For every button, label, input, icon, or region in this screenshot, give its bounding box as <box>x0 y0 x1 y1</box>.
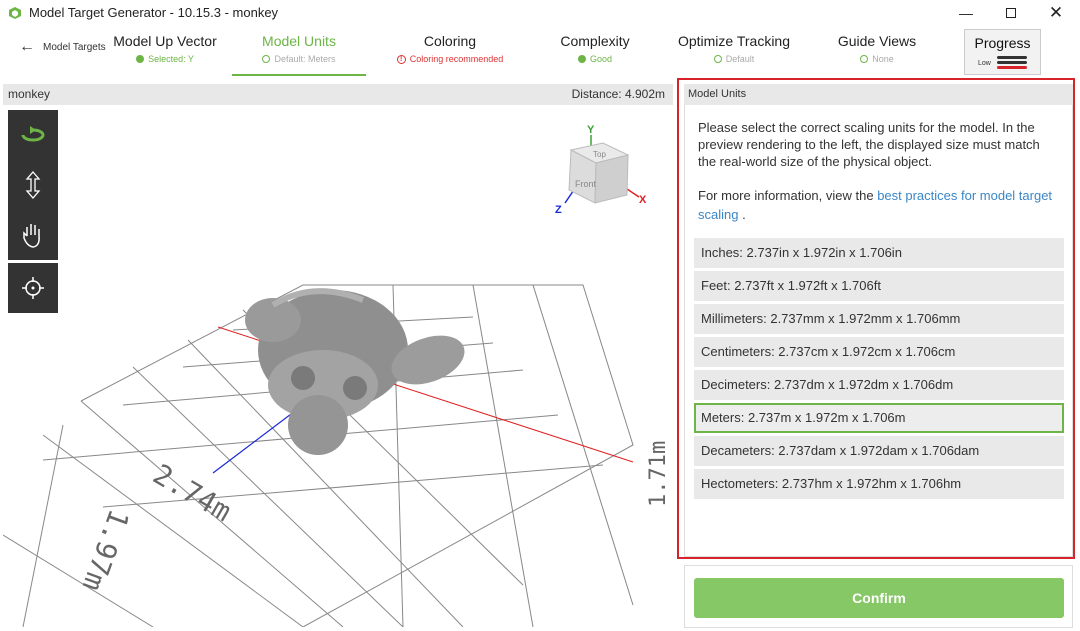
tab-status: Good <box>589 54 613 64</box>
viewport-header: monkey Distance: 4.902m <box>3 84 673 105</box>
model-name: monkey <box>8 87 51 101</box>
step-tabs: ← Model Targets Model Up Vector Selected… <box>0 26 1080 78</box>
pan-hand-icon <box>23 224 40 248</box>
warning-icon: ! <box>396 54 406 64</box>
back-to-model-targets-button[interactable]: ← Model Targets <box>19 37 106 57</box>
orientation-cube[interactable]: Front Top Y X Z <box>555 124 647 216</box>
tab-label: Guide Views <box>837 33 917 49</box>
back-label: Model Targets <box>43 41 106 53</box>
panel-highlight-border <box>677 78 1075 559</box>
tab-label: Model Up Vector <box>113 33 217 49</box>
tab-model-up-vector[interactable]: Model Up Vector Selected: Y <box>100 26 230 76</box>
tab-guide-views[interactable]: Guide Views None <box>812 26 942 76</box>
close-icon: ✕ <box>1048 3 1064 22</box>
depth-dimension-label: 1.97m <box>76 505 136 595</box>
tab-complexity[interactable]: Complexity Good <box>530 26 660 76</box>
arrow-left-icon: ← <box>19 38 35 55</box>
orbit-tool-button[interactable] <box>8 110 58 160</box>
vertical-move-tool-button[interactable] <box>8 160 58 210</box>
vertical-move-icon <box>25 171 41 199</box>
maximize-icon <box>1006 8 1016 18</box>
maximize-button[interactable] <box>988 0 1034 26</box>
progress-button[interactable]: Progress Low <box>964 29 1041 75</box>
width-dimension-label: 2.74m <box>148 457 238 528</box>
tab-status: Coloring recommended <box>409 54 504 64</box>
z-axis-label: Z <box>555 204 562 216</box>
tab-label: Model Units <box>262 33 336 49</box>
focus-tool-button[interactable] <box>8 263 58 313</box>
tab-model-units[interactable]: Model Units Default: Meters <box>232 26 366 76</box>
tab-status: Selected: Y <box>148 54 194 64</box>
pan-tool-button[interactable] <box>8 210 58 260</box>
tab-label: Optimize Tracking <box>677 33 791 49</box>
scene-render: 2.74m 1.97m 1.71m Front Top Y X Z <box>3 124 671 627</box>
app-logo-icon <box>9 7 21 19</box>
progress-level: Low <box>978 60 991 67</box>
status-ring-icon <box>713 55 722 63</box>
status-ring-icon <box>860 55 869 63</box>
progress-bar-3 <box>997 66 1027 69</box>
title-bar: Model Target Generator - 10.15.3 - monke… <box>0 0 1080 26</box>
tab-coloring[interactable]: Coloring ! Coloring recommended <box>385 26 515 76</box>
tab-label: Coloring <box>423 33 477 49</box>
distance-readout: Distance: 4.902m <box>571 87 665 101</box>
progress-bar-2 <box>997 61 1027 64</box>
x-axis-label: X <box>639 194 647 206</box>
status-check-icon <box>136 55 145 63</box>
status-ring-icon <box>262 55 271 63</box>
window-title: Model Target Generator - 10.15.3 - monke… <box>29 5 279 20</box>
minimize-icon: — <box>959 5 973 21</box>
tab-status: Default <box>725 54 755 64</box>
tab-status: None <box>872 54 894 64</box>
progress-label: Progress <box>974 35 1031 51</box>
y-axis-label: Y <box>587 124 595 136</box>
tab-optimize-tracking[interactable]: Optimize Tracking Default <box>668 26 800 76</box>
viewport-toolbar <box>8 110 58 260</box>
confirm-button[interactable]: Confirm <box>694 578 1064 618</box>
minimize-button[interactable]: — <box>943 0 989 26</box>
close-button[interactable]: ✕ <box>1033 0 1079 26</box>
status-check-icon <box>577 55 586 63</box>
tab-label: Complexity <box>560 33 630 49</box>
focus-target-icon <box>22 277 44 299</box>
cube-top-label: Top <box>593 150 606 159</box>
orbit-icon <box>21 126 45 142</box>
monkey-model <box>245 288 465 455</box>
height-dimension-label: 1.71m <box>646 441 671 507</box>
progress-bar-1 <box>997 56 1027 59</box>
z-axis-line <box>212 404 304 474</box>
cube-front-label: Front <box>575 179 597 189</box>
3d-viewport[interactable]: 2.74m 1.97m 1.71m Front Top Y X Z <box>3 105 673 627</box>
tab-status: Default: Meters <box>274 54 336 64</box>
